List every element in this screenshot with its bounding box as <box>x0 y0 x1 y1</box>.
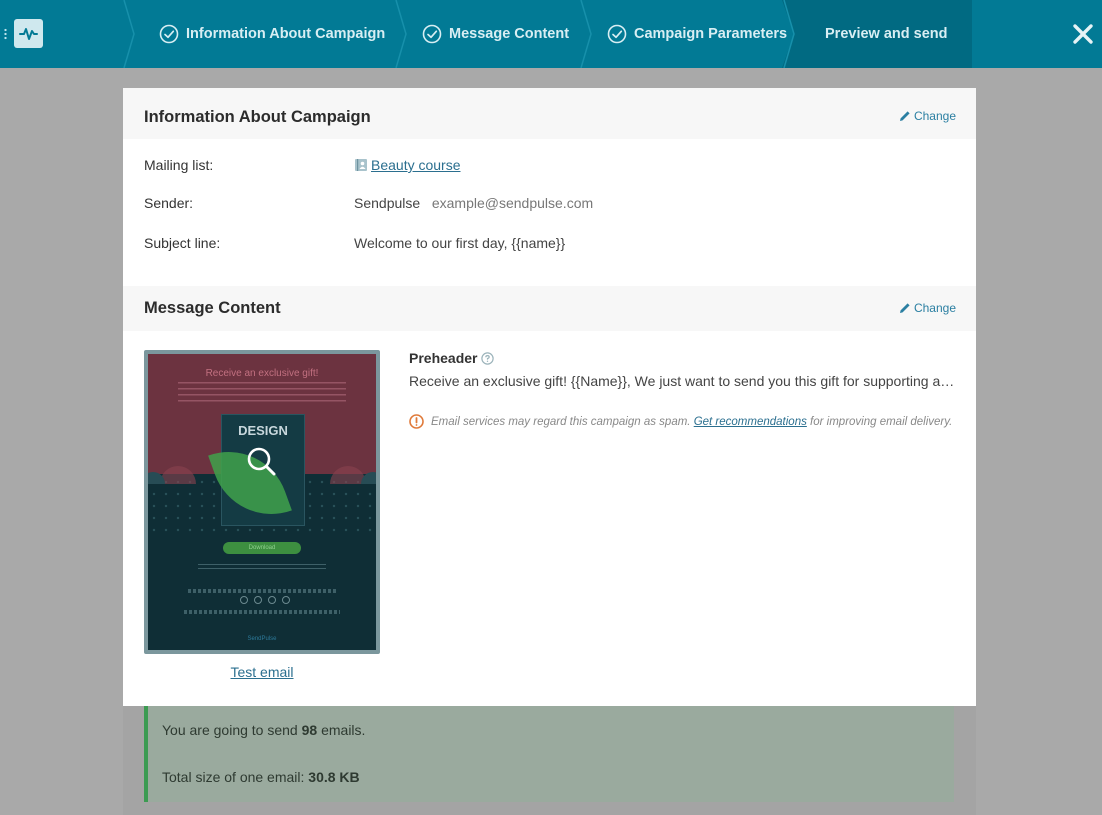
info-change-link[interactable]: Change <box>899 109 956 123</box>
pencil-icon <box>899 303 910 313</box>
thumbnail-headline: Receive an exclusive gift! <box>205 368 319 379</box>
email-size-line: Total size of one email: 30.8 KB <box>162 769 360 785</box>
info-section-header: Information About Campaign Change <box>123 88 976 139</box>
step-label: Preview and send <box>825 26 948 42</box>
thumbnail-book-title: DESIGN <box>238 423 288 438</box>
step-separator <box>958 0 970 68</box>
preheader-label: Preheader <box>409 350 478 366</box>
address-book-icon <box>355 159 367 171</box>
magnifier-icon <box>247 447 276 476</box>
check-circle-icon <box>607 24 627 44</box>
subject-value: Welcome to our first day, {{name}} <box>354 235 566 251</box>
vk-icon <box>268 596 276 604</box>
check-circle-icon <box>422 24 442 44</box>
drag-handle[interactable] <box>4 28 7 40</box>
thumbnail-footer-text <box>184 610 340 614</box>
app-logo[interactable] <box>14 19 43 48</box>
spam-warning: Email services may regard this campaign … <box>409 414 955 429</box>
send-count-line: You are going to send 98 emails. <box>162 722 366 738</box>
subject-row: Subject line: Welcome to our first day, … <box>144 235 955 255</box>
facebook-icon <box>240 596 248 604</box>
twitter-icon <box>254 596 262 604</box>
sender-name: Sendpulse <box>354 195 421 211</box>
close-icon[interactable] <box>1071 22 1095 46</box>
send-count: 98 <box>301 722 318 738</box>
pulse-icon <box>19 28 38 40</box>
mailing-list-label: Mailing list: <box>144 157 214 173</box>
thumbnail-download-button: Download <box>223 542 301 554</box>
sender-label: Sender: <box>144 195 194 211</box>
step-label: Campaign Parameters <box>634 26 788 42</box>
mailing-list-row: Mailing list: Beauty course <box>144 157 955 177</box>
test-email-link[interactable]: Test email <box>230 664 293 680</box>
step-separator <box>580 0 592 68</box>
wizard-bar: Information About Campaign Message Conte… <box>0 0 1102 68</box>
subject-label: Subject line: <box>144 235 221 251</box>
email-preview-thumbnail[interactable]: Receive an exclusive gift! DESIGN Downlo… <box>144 350 380 654</box>
preheader-label-row: Preheader <box>409 350 495 366</box>
send-summary-panel: You are going to send 98 emails. Total s… <box>144 706 954 802</box>
info-section-title: Information About Campaign <box>144 108 371 126</box>
help-icon[interactable] <box>481 351 495 365</box>
preview-modal: Information About Campaign Change Mailin… <box>123 88 976 706</box>
step-information-about-campaign[interactable]: Information About Campaign <box>159 0 385 68</box>
sender-value: Sendpulse example@sendpulse.com <box>354 195 593 211</box>
sender-email: example@sendpulse.com <box>431 195 594 211</box>
content-section-title: Message Content <box>144 299 281 317</box>
get-recommendations-link[interactable]: Get recommendations <box>694 416 807 428</box>
step-campaign-parameters[interactable]: Campaign Parameters <box>607 0 787 68</box>
thumbnail-brand: SendPulse <box>247 636 277 642</box>
step-separator <box>395 0 407 68</box>
preheader-text: Receive an exclusive gift! {{Name}}, We … <box>409 373 955 389</box>
thumbnail-subtext <box>178 382 346 402</box>
step-preview-and-send[interactable]: Preview and send <box>825 0 948 68</box>
check-circle-icon <box>159 24 179 44</box>
content-section-header: Message Content Change <box>123 286 976 331</box>
thumbnail-footer-text <box>188 589 336 593</box>
step-separator <box>123 0 135 68</box>
step-label: Information About Campaign <box>186 26 386 42</box>
sender-row: Sender: Sendpulse example@sendpulse.com <box>144 195 955 215</box>
content-change-link[interactable]: Change <box>899 301 956 315</box>
mailing-list-link[interactable]: Beauty course <box>371 157 461 173</box>
warning-suffix: for improving email delivery. <box>810 415 953 428</box>
email-size: 30.8 KB <box>308 769 360 785</box>
mailing-list-value: Beauty course <box>354 157 461 173</box>
pencil-icon <box>899 111 910 121</box>
test-email-wrap: Test email <box>144 664 380 680</box>
step-message-content[interactable]: Message Content <box>422 0 569 68</box>
warning-icon <box>409 414 424 429</box>
wizard-steps: Information About Campaign Message Conte… <box>123 0 972 68</box>
thumbnail-footer-text <box>198 564 326 572</box>
warning-prefix: Email services may regard this campaign … <box>431 415 691 428</box>
email-social-icon <box>282 596 290 604</box>
step-label: Message Content <box>449 26 570 42</box>
